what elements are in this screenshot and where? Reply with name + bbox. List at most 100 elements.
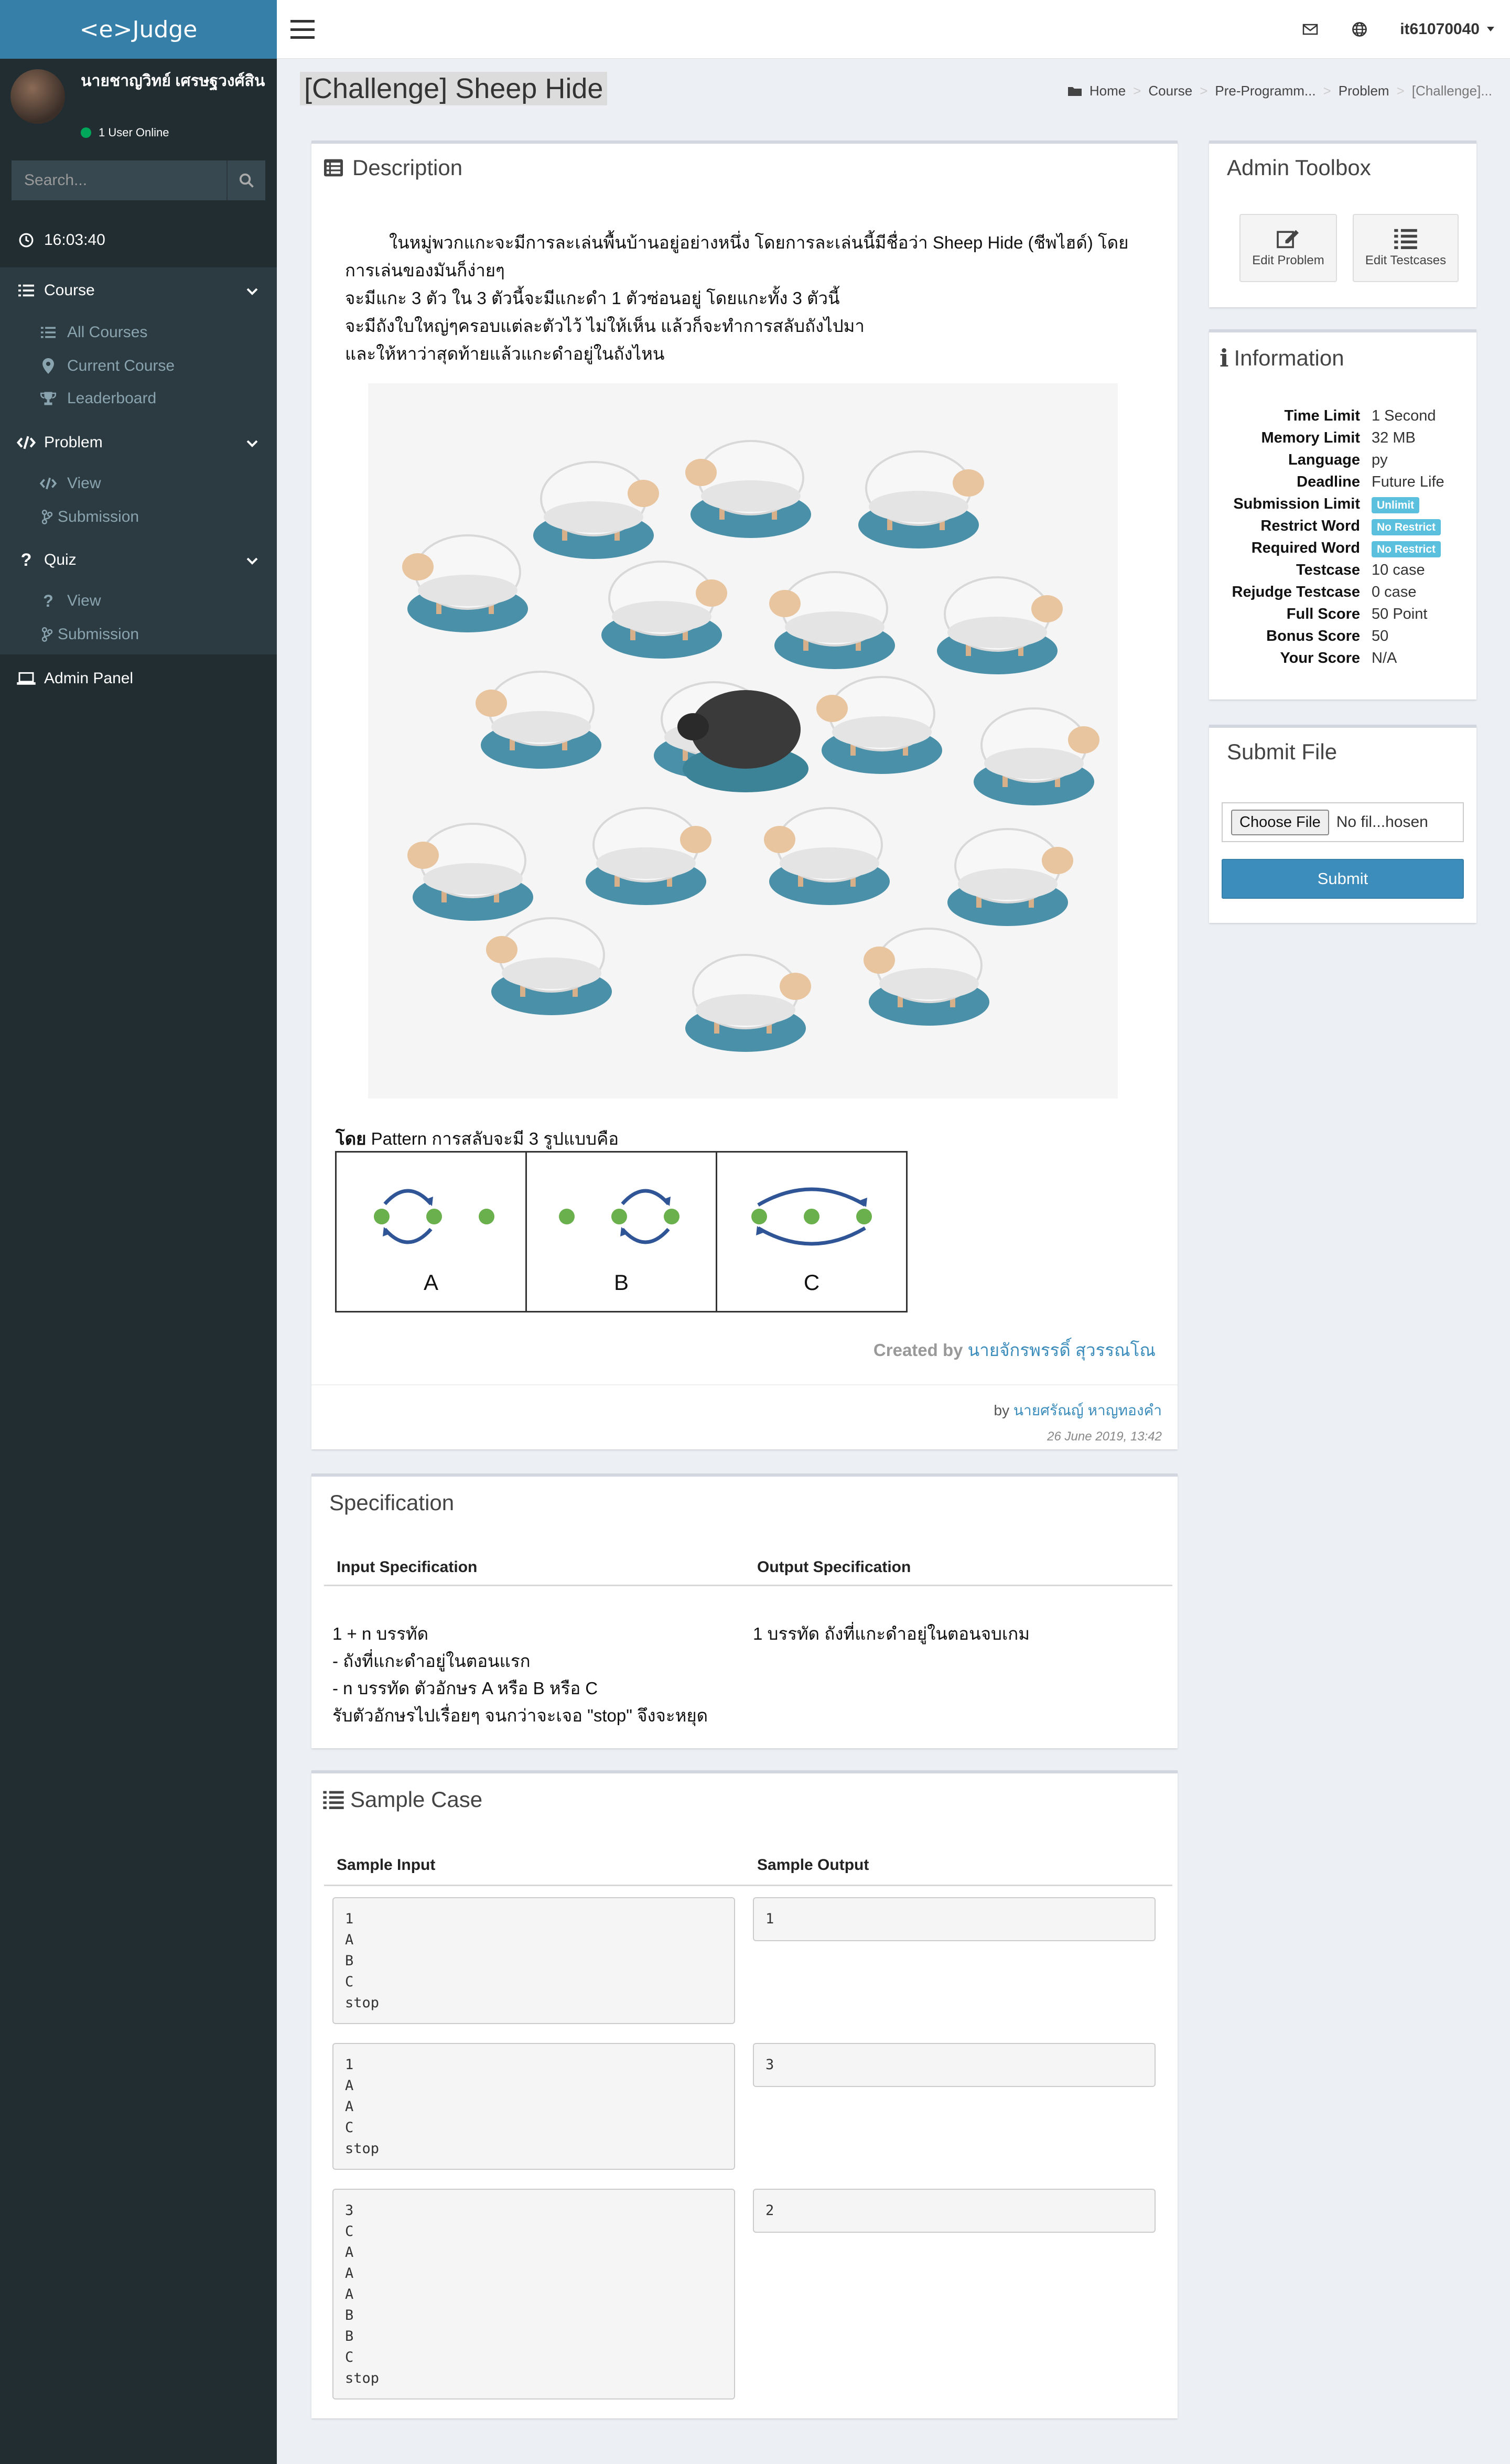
breadcrumb-course[interactable]: Course <box>1148 83 1192 99</box>
breadcrumb-separator: > <box>1396 83 1405 99</box>
info-key: Deadline <box>1297 473 1360 490</box>
information-heading: i Information <box>1220 344 1344 372</box>
code-icon <box>16 436 37 449</box>
pattern-a-label: A <box>423 1270 438 1295</box>
sidebar-item-admin-panel[interactable]: Admin Panel <box>0 662 277 695</box>
pattern-c-label: C <box>803 1270 820 1295</box>
breadcrumb-problem[interactable]: Problem <box>1339 83 1389 99</box>
created-by: Created by นายจักรพรรดิ์ สุวรรณโณ <box>873 1336 1156 1364</box>
info-key: Testcase <box>1296 561 1360 578</box>
sidebar-search <box>12 160 265 200</box>
user-menu-dropdown[interactable]: it61070040 <box>1384 20 1510 38</box>
file-input[interactable]: Choose File No fil...hosen <box>1222 802 1464 842</box>
sidebar-item-problem[interactable]: Problem <box>0 423 277 462</box>
list-ol-icon <box>323 1791 344 1809</box>
created-by-author-link[interactable]: นายจักรพรรดิ์ สุวรรณโณ <box>968 1340 1156 1360</box>
info-row: Restrict Word No Restrict <box>1209 515 1471 537</box>
info-value: 50 <box>1372 627 1389 644</box>
sidebar-item-label: Leaderboard <box>67 390 157 407</box>
sidebar-item-course-label: Course <box>44 282 95 299</box>
page-title-text: [Challenge] Sheep Hide <box>300 72 608 105</box>
description-line: ในหมู่พวกแกะจะมีการละเล่นพื้นบ้านอยู่อย่… <box>389 233 1129 252</box>
edit-testcases-label: Edit Testcases <box>1365 253 1447 267</box>
sidebar-item-quiz-submission[interactable]: Submission <box>0 619 277 650</box>
info-row: Bonus Score 50 <box>1209 625 1471 647</box>
byline-author-link[interactable]: นายศรัณญ์ หาญทองคำ <box>1013 1402 1162 1418</box>
sidebar-item-leaderboard[interactable]: Leaderboard <box>0 383 277 414</box>
sample-input-3: 3 C A A A B B C stop <box>332 2189 735 2400</box>
pattern-diagram: A B C <box>335 1151 911 1312</box>
language-button[interactable] <box>1335 0 1384 59</box>
question-icon: ? <box>20 550 32 570</box>
info-key: Bonus Score <box>1266 627 1360 644</box>
clock-icon <box>16 232 37 248</box>
info-row: Language py <box>1209 449 1471 471</box>
info-key: Language <box>1288 451 1360 468</box>
breadcrumb-home[interactable]: Home <box>1090 83 1126 99</box>
spec-divider <box>324 1585 1172 1586</box>
description-line: การเล่นของมันก็ง่ายๆ <box>345 261 505 280</box>
hamburger-menu-icon[interactable] <box>290 20 315 39</box>
status-badge: No Restrict <box>1372 541 1441 557</box>
sidebar-item-current-course[interactable]: Current Course <box>0 350 277 382</box>
sample-output-3: 2 <box>753 2189 1156 2233</box>
info-key: Restrict Word <box>1260 517 1360 534</box>
breadcrumb-separator: > <box>1133 83 1141 99</box>
description-line: จะมีถังใบใหญ่ๆครอบแต่ละตัวไว้ ไม่ให้เห็น… <box>345 316 865 336</box>
sample-input-heading: Sample Input <box>337 1856 436 1874</box>
info-value: 50 Point <box>1372 605 1428 622</box>
pattern-prefix: โดย <box>336 1129 366 1148</box>
edit-problem-button[interactable]: Edit Problem <box>1239 214 1337 282</box>
output-spec-heading: Output Specification <box>757 1558 911 1576</box>
info-key: Full Score <box>1286 605 1360 622</box>
choose-file-button[interactable]: Choose File <box>1231 809 1329 835</box>
sidebar-item-problem-view[interactable]: View <box>0 468 277 499</box>
info-key: Required Word <box>1251 539 1360 556</box>
sidebar-item-quiz-label: Quiz <box>44 551 77 568</box>
page-title: [Challenge] Sheep Hide <box>300 72 608 105</box>
sidebar-item-problem-label: Problem <box>44 434 103 451</box>
sample-output-heading: Sample Output <box>757 1856 869 1874</box>
chevron-down-icon <box>246 435 258 451</box>
sidebar-item-quiz[interactable]: ? Quiz <box>0 540 277 580</box>
edit-testcases-button[interactable]: Edit Testcases <box>1353 214 1459 282</box>
sidebar-item-label: Current Course <box>67 357 175 374</box>
sidebar-clock: 16:03:40 <box>0 224 277 256</box>
messages-button[interactable] <box>1286 0 1335 59</box>
submit-button[interactable]: Submit <box>1222 859 1464 899</box>
description-line: และให้หาว่าสุดท้ายแล้วแกะดำอยู่ในถังไหน <box>345 344 665 363</box>
sidebar-item-label: View <box>67 592 101 609</box>
admin-toolbox-heading: Admin Toolbox <box>1227 155 1371 180</box>
created-by-label: Created by <box>873 1340 963 1360</box>
sidebar-item-quiz-view[interactable]: ? View <box>0 585 277 617</box>
sidebar-item-all-courses[interactable]: All Courses <box>0 317 277 348</box>
online-dot-icon <box>81 127 91 138</box>
description-heading: Description <box>323 155 462 180</box>
description-text: ในหมู่พวกแกะจะมีการละเล่นพื้นบ้านอยู่อย่… <box>345 229 1152 368</box>
sample-case-box: Sample Case Sample Input Sample Output 1… <box>311 1770 1178 2418</box>
brand-logo[interactable]: <e>Judge <box>0 0 277 59</box>
sidebar-item-course[interactable]: Course <box>0 271 277 310</box>
search-button[interactable] <box>226 160 265 200</box>
info-value: 1 Second <box>1372 407 1436 424</box>
breadcrumb-current: [Challenge]... <box>1411 83 1492 99</box>
chevron-down-icon <box>246 283 258 299</box>
sidebar-item-problem-submission[interactable]: Submission <box>0 501 277 533</box>
question-icon: ? <box>43 591 53 610</box>
specification-heading: Specification <box>329 1490 455 1515</box>
sample-case-heading: Sample Case <box>323 1787 482 1812</box>
list-ol-icon <box>1394 229 1417 249</box>
user-menu-name: it61070040 <box>1400 20 1480 38</box>
list-alt-icon <box>324 159 343 177</box>
info-row: Deadline Future Life <box>1209 471 1471 493</box>
search-input[interactable] <box>12 160 226 200</box>
online-status: 1 User Online <box>81 126 169 139</box>
input-spec-heading: Input Specification <box>337 1558 478 1576</box>
code-icon <box>40 477 57 490</box>
envelope-icon <box>1302 24 1318 35</box>
branch-icon <box>39 627 56 642</box>
breadcrumb-pre-programming[interactable]: Pre-Programm... <box>1215 83 1315 99</box>
brand-text[interactable]: <e>Judge <box>80 16 198 43</box>
info-row: Submission Limit Unlimit <box>1209 493 1471 515</box>
info-value: N/A <box>1372 649 1397 666</box>
